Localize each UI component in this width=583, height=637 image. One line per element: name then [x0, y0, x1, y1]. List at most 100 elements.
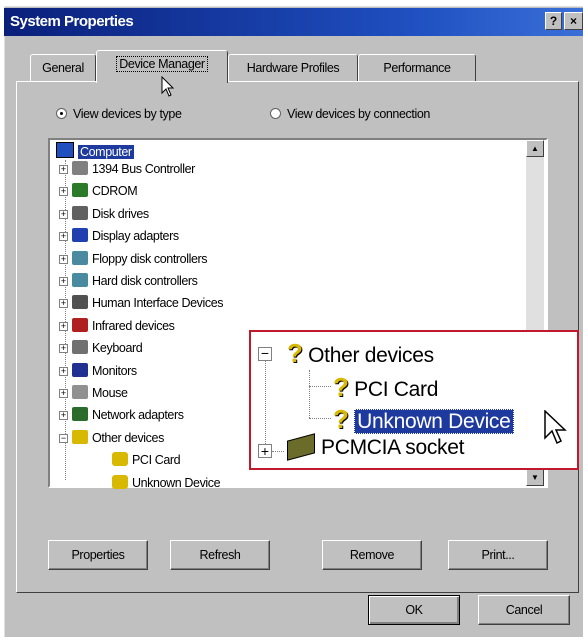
tree-item-label: Infrared devices [92, 318, 175, 333]
tree-item-label: Floppy disk controllers [92, 251, 208, 266]
disk-drive-icon [72, 205, 88, 220]
monitor-icon [72, 362, 88, 377]
tree-item[interactable]: Network adapters [72, 406, 184, 424]
callout-other-devices-label: Other devices [308, 344, 434, 367]
callout-unknown-device[interactable]: ? Unknown Device [333, 404, 514, 435]
question-mark-icon [112, 452, 128, 467]
tree-item[interactable]: 1394 Bus Controller [72, 160, 195, 178]
tree-item-label: Monitors [92, 363, 137, 378]
infrared-icon [72, 317, 88, 332]
callout-other-devices[interactable]: ? Other devices [287, 338, 434, 369]
tab-performance[interactable]: Performance [358, 54, 476, 82]
tree-item[interactable]: Infrared devices [72, 317, 175, 335]
radio-empty-dot [270, 108, 281, 119]
expand-box-icon[interactable]: + [59, 187, 68, 197]
tree-item-label: Network adapters [92, 408, 184, 423]
radio-view-by-type[interactable]: View devices by type [56, 107, 182, 121]
expand-box-icon[interactable]: + [59, 366, 68, 376]
tree-item[interactable]: Floppy disk controllers [72, 250, 208, 268]
bus-controller-icon [72, 161, 88, 175]
radio-view-by-type-label: View devices by type [73, 107, 182, 121]
callout-pcmcia-socket[interactable]: PCMCIA socket [287, 433, 464, 461]
mouse-cursor-icon [161, 76, 175, 97]
tree-item[interactable]: CDROM [72, 182, 138, 200]
help-button[interactable]: ? [545, 12, 562, 30]
refresh-button[interactable]: Refresh [170, 540, 270, 570]
expand-box-icon[interactable]: + [59, 165, 68, 174]
remove-button[interactable]: Remove [322, 540, 422, 570]
question-mark-icon: ? [333, 404, 349, 434]
expand-box-icon[interactable]: + [59, 209, 68, 219]
tree-item-label: Display adapters [92, 229, 179, 244]
expand-box-icon[interactable]: + [59, 254, 68, 264]
window-title: System Properties [10, 13, 134, 30]
cdrom-icon [72, 183, 88, 198]
expand-box-icon[interactable]: + [59, 277, 68, 286]
zoom-callout: − ? Other devices ? PCI Card ? Unknown D… [249, 330, 579, 470]
question-mark-icon [112, 474, 128, 489]
callout-tree-line [272, 451, 284, 452]
tree-line [65, 160, 66, 480]
tree-item-label: Keyboard [92, 341, 143, 356]
title-bar[interactable]: System Properties ? × [4, 8, 583, 36]
tree-item[interactable]: Human Interface Devices [72, 294, 224, 312]
network-adapter-icon [72, 407, 88, 422]
callout-tree-line [309, 386, 331, 387]
computer-icon [56, 142, 74, 158]
tab-general[interactable]: General [30, 54, 96, 82]
tree-item[interactable]: Keyboard [72, 339, 143, 357]
expand-box-icon[interactable]: + [258, 444, 272, 458]
callout-tree-line [309, 418, 331, 419]
hid-icon [72, 295, 88, 310]
tree-item-label: 1394 Bus Controller [92, 162, 195, 176]
mouse-cursor-icon [544, 410, 567, 445]
tree-item-label: Hard disk controllers [92, 274, 198, 288]
callout-unknown-device-label: Unknown Device [354, 409, 514, 434]
question-mark-icon: ? [287, 338, 303, 368]
print-button[interactable]: Print... [448, 540, 548, 570]
tree-item[interactable]: Hard disk controllers [72, 272, 198, 290]
cancel-button[interactable]: Cancel [478, 595, 570, 625]
tree-item-label: Mouse [92, 386, 128, 400]
close-button[interactable]: × [564, 12, 583, 30]
tab-device-manager-label: Device Manager [116, 56, 208, 72]
tree-item[interactable]: Display adapters [72, 227, 179, 245]
tree-item-label: PCI Card [132, 453, 181, 468]
radio-view-by-connection-label: View devices by connection [287, 107, 430, 121]
tree-item[interactable]: Disk drives [72, 205, 149, 223]
tree-item-computer[interactable]: Computer [56, 142, 134, 160]
floppy-controller-icon [72, 250, 88, 265]
radio-view-by-connection[interactable]: View devices by connection [270, 107, 430, 121]
expand-box-icon[interactable]: + [59, 344, 68, 354]
tree-item[interactable]: Monitors [72, 362, 137, 380]
callout-tree-line [309, 370, 310, 418]
tree-item-child[interactable]: Unknown Device [112, 474, 221, 492]
expand-box-icon[interactable]: + [59, 321, 68, 331]
tab-hardware-profiles[interactable]: Hardware Profiles [228, 54, 358, 82]
tree-item-child[interactable]: PCI Card [112, 451, 181, 469]
expand-box-icon[interactable]: + [59, 299, 68, 309]
scroll-down-arrow-icon[interactable]: ▼ [526, 469, 544, 486]
mouse-icon [72, 385, 88, 399]
display-adapter-icon [72, 228, 88, 243]
expand-box-icon[interactable]: + [59, 411, 68, 421]
tree-item-computer-label: Computer [78, 145, 134, 159]
tree-item[interactable]: Mouse [72, 384, 128, 402]
hard-disk-controller-icon [72, 273, 88, 287]
tree-item-label: Disk drives [92, 206, 149, 221]
tree-item-label: Human Interface Devices [92, 296, 224, 311]
ok-button[interactable]: OK [368, 595, 460, 625]
tree-item[interactable]: Other devices [72, 429, 164, 447]
expand-box-icon[interactable]: + [59, 232, 68, 242]
keyboard-icon [72, 340, 88, 355]
tree-item-label: Other devices [92, 430, 164, 445]
callout-tree-line [265, 354, 266, 450]
callout-pci-card-label: PCI Card [354, 378, 439, 401]
callout-pci-card[interactable]: ? PCI Card [333, 372, 438, 403]
scroll-up-arrow-icon[interactable]: ▲ [526, 140, 544, 157]
properties-button[interactable]: Properties [48, 540, 148, 570]
collapse-box-icon[interactable]: − [258, 346, 272, 361]
collapse-box-icon[interactable]: − [59, 433, 68, 443]
expand-box-icon[interactable]: + [59, 389, 68, 398]
question-mark-icon: ? [333, 372, 349, 402]
